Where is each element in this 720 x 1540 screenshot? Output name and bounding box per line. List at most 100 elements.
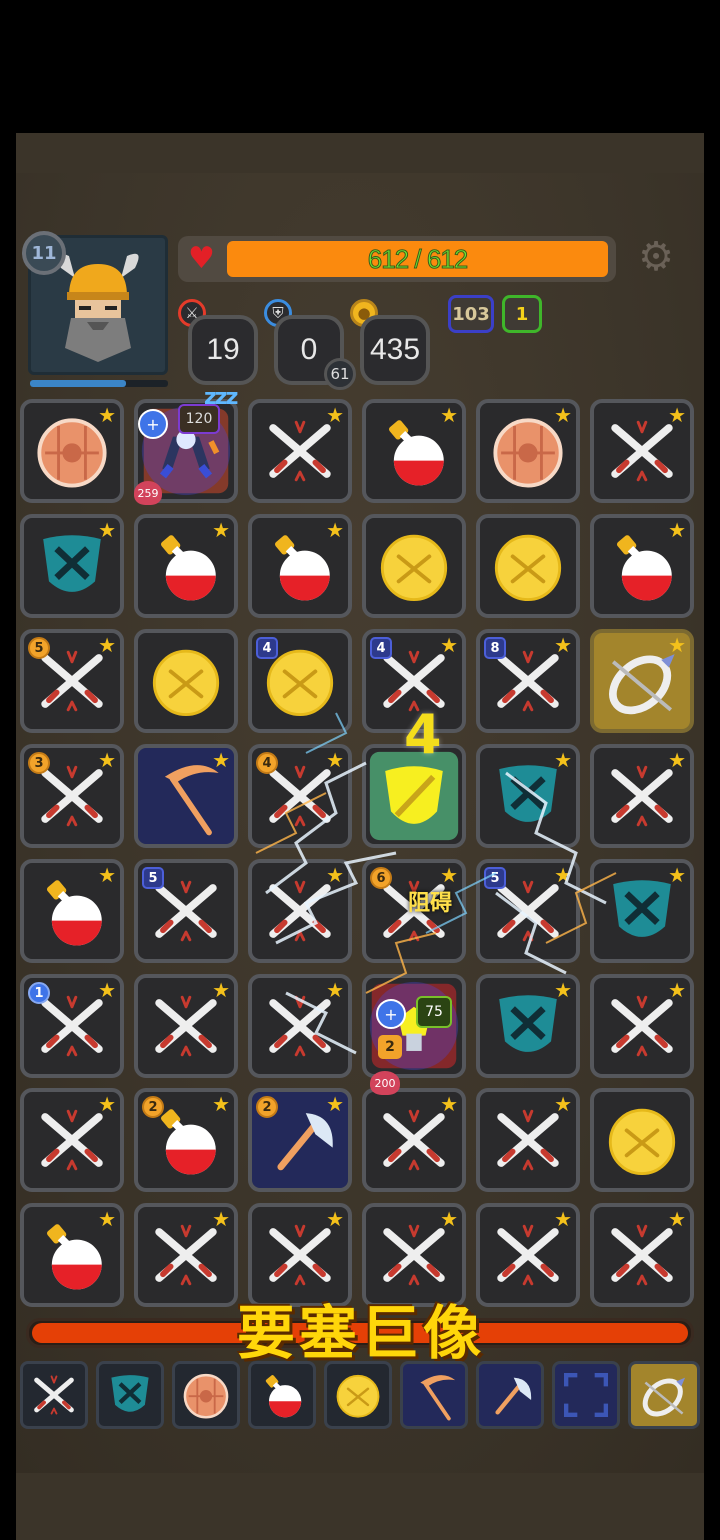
xp-fill: [30, 380, 126, 387]
star-icon: ★: [668, 748, 686, 772]
item-slot[interactable]: [552, 1361, 620, 1429]
hp-text: 612 / 612: [367, 243, 468, 274]
star-icon: ★: [98, 633, 116, 657]
tile-swords[interactable]: ★: [590, 399, 694, 503]
tile-swords[interactable]: ★: [362, 1088, 466, 1192]
tile-swords[interactable]: ★: [590, 1203, 694, 1307]
star-icon: ★: [98, 518, 116, 542]
star-icon: ★: [212, 978, 230, 1002]
item-slot[interactable]: [172, 1361, 240, 1429]
tile-swords[interactable]: ★ 1: [20, 974, 124, 1078]
obstacle-label: 阻碍: [408, 891, 453, 916]
tile-shield-round[interactable]: ★: [476, 399, 580, 503]
chip-b: 1: [502, 295, 542, 333]
shield-round-icon: [183, 1373, 229, 1419]
tile-swords[interactable]: ★: [134, 974, 238, 1078]
tile-counter: 8: [484, 637, 506, 659]
lightning-effect: [255, 712, 617, 1055]
tile-counter: 1: [28, 982, 50, 1004]
coin-icon: [152, 649, 220, 717]
star-icon: ★: [212, 1207, 230, 1231]
coin-icon: [608, 1108, 676, 1176]
tile-potion[interactable]: ★: [134, 514, 238, 618]
armor-sub-value: 61: [324, 358, 356, 390]
tile-potion[interactable]: ★: [590, 514, 694, 618]
tile-potion[interactable]: ★: [362, 399, 466, 503]
tile-swords[interactable]: ★: [476, 1088, 580, 1192]
tile-counter: 5: [28, 637, 50, 659]
star-icon: ★: [98, 1207, 116, 1231]
plus-icon: +: [138, 409, 168, 439]
tile-counter: 4: [256, 637, 278, 659]
star-icon: ★: [326, 403, 344, 427]
tile-coin[interactable]: [134, 629, 238, 733]
star-icon: ★: [440, 1207, 458, 1231]
item-slot[interactable]: [20, 1361, 88, 1429]
item-slot[interactable]: [628, 1361, 700, 1429]
scythe-icon: [420, 1375, 456, 1421]
star-icon: ★: [326, 1092, 344, 1116]
star-icon: ★: [440, 633, 458, 657]
tile-potion[interactable]: ★: [248, 514, 352, 618]
tile-shield-round[interactable]: ★: [20, 399, 124, 503]
star-icon: ★: [98, 403, 116, 427]
coin-icon: [380, 534, 448, 602]
attack-value: 19: [188, 315, 258, 385]
item-slot[interactable]: [324, 1361, 392, 1429]
star-icon: ★: [554, 633, 572, 657]
tile-swords[interactable]: ★ 3: [20, 744, 124, 848]
potion-icon: [265, 1375, 302, 1418]
star-icon: ★: [440, 1092, 458, 1116]
star-icon: ★: [668, 518, 686, 542]
axe-icon: [495, 1377, 532, 1415]
empty-slot-icon: [563, 1372, 609, 1418]
tile-counter: 3: [28, 752, 50, 774]
star-icon: ★: [554, 1207, 572, 1231]
tile-scythe[interactable]: ★: [134, 744, 238, 848]
chip-a: 103: [448, 295, 494, 333]
star-icon: ★: [212, 1092, 230, 1116]
tile-potion[interactable]: ★ 2: [134, 1088, 238, 1192]
tile-counter: 2: [256, 1096, 278, 1118]
star-icon: ★: [440, 403, 458, 427]
boss-name: 要塞巨像: [236, 1299, 485, 1367]
item-slot[interactable]: [248, 1361, 316, 1429]
tile-counter: 2: [142, 1096, 164, 1118]
tile-potion[interactable]: ★: [20, 1203, 124, 1307]
star-icon: ★: [554, 1092, 572, 1116]
star-icon: ★: [98, 1092, 116, 1116]
gold-value: 435: [360, 315, 430, 385]
item-slot[interactable]: [400, 1361, 468, 1429]
tile-coin[interactable]: [590, 1088, 694, 1192]
enemy-attack-badge: 120: [178, 404, 220, 434]
star-icon: ★: [668, 403, 686, 427]
star-icon: ★: [212, 748, 230, 772]
tile-swords[interactable]: ★: [20, 1088, 124, 1192]
star-icon: ★: [98, 978, 116, 1002]
tile-shield-kite[interactable]: ★: [20, 514, 124, 618]
tile-axe[interactable]: ★ 2: [248, 1088, 352, 1192]
coin-icon: [336, 1374, 380, 1418]
item-slot[interactable]: [476, 1361, 544, 1429]
tile-swords[interactable]: ★: [248, 399, 352, 503]
star-icon: ★: [668, 863, 686, 887]
swords-icon: [34, 1375, 74, 1415]
tile-swords[interactable]: 5: [134, 859, 238, 963]
coin-icon: [494, 534, 562, 602]
gear-icon[interactable]: ⚙: [636, 237, 676, 277]
game-screen: 11 ♥ 612 / 612 ⚙ ⚔ 19 ⛨ 0 61 ● 435 103 1…: [16, 133, 704, 1540]
combo-count: 4: [404, 703, 442, 766]
item-slot[interactable]: [96, 1361, 164, 1429]
tile-counter: 4: [370, 637, 392, 659]
star-icon: ★: [668, 633, 686, 657]
star-icon: ★: [98, 748, 116, 772]
star-icon: ★: [326, 518, 344, 542]
tile-counter: 5: [142, 867, 164, 889]
star-icon: ★: [98, 863, 116, 887]
tile-coin[interactable]: [476, 514, 580, 618]
star-icon: ★: [212, 518, 230, 542]
tile-coin[interactable]: [362, 514, 466, 618]
tile-swords[interactable]: ★ 5: [20, 629, 124, 733]
heart-icon: ♥: [188, 241, 215, 276]
tile-potion[interactable]: ★: [20, 859, 124, 963]
